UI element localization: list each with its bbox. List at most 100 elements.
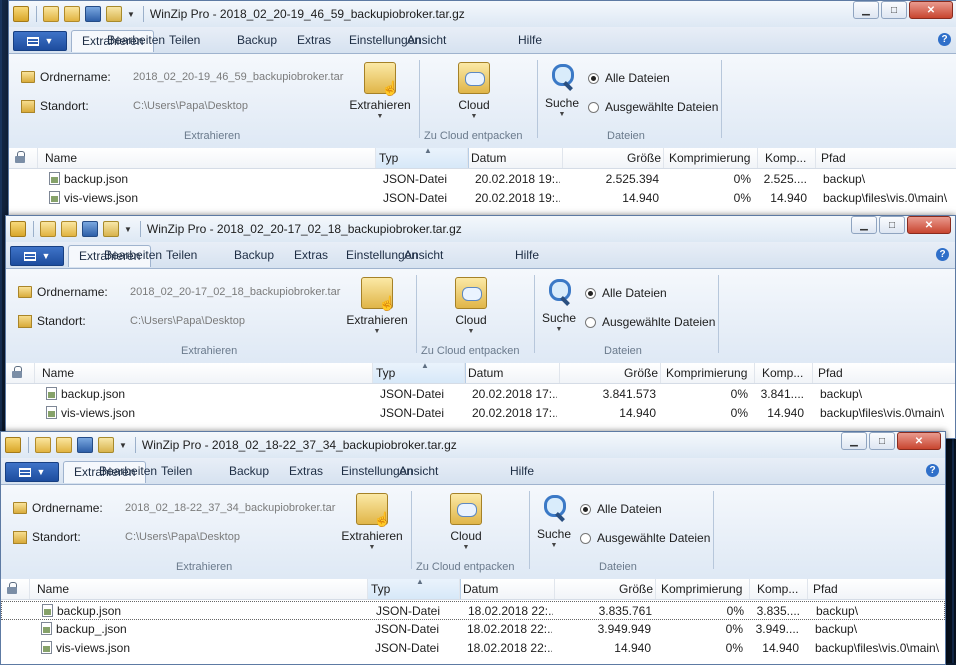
extract-button[interactable]: Extrahieren▼ <box>337 493 407 551</box>
table-row[interactable]: backup.json JSON-Datei 18.02.2018 22:... 3.… <box>1 601 945 620</box>
table-row[interactable]: backup_.json JSON-Datei 18.02.2018 22:... 3… <box>1 620 945 639</box>
save-icon[interactable] <box>77 437 93 453</box>
cloud-button[interactable]: Cloud ▼ <box>431 493 501 551</box>
column-header-name[interactable]: Name <box>42 366 74 380</box>
radio-all-files[interactable]: Alle Dateien <box>588 71 670 85</box>
open-folder-icon[interactable] <box>56 437 72 453</box>
column-header-type[interactable]: Typ <box>376 366 395 380</box>
search-button[interactable]: Suche ▼ <box>524 277 594 333</box>
close-button[interactable]: ✕ <box>897 432 941 450</box>
radio-all-files[interactable]: Alle Dateien <box>580 502 662 516</box>
column-header-name[interactable]: Name <box>45 151 77 165</box>
maximize-button[interactable]: □ <box>879 216 905 234</box>
tab-teilen[interactable]: Teilen <box>169 33 200 47</box>
title-bar[interactable]: ▼ WinZip Pro - 2018_02_20-17_02_18_backup… <box>6 216 955 242</box>
column-header-date[interactable]: Datum <box>471 151 506 165</box>
tab-extras[interactable]: Extras <box>297 33 331 47</box>
column-header-compression[interactable]: Komprimierung <box>666 366 747 380</box>
tab-bearbeiten[interactable]: Bearbeiten <box>107 33 165 47</box>
customize-toolbar-dropdown-icon[interactable]: ▼ <box>124 225 132 234</box>
tab-hilfe[interactable]: Hilfe <box>510 464 534 478</box>
winzip-app-icon[interactable] <box>13 6 29 22</box>
table-row[interactable]: backup.json JSON-Datei 20.02.2018 17:... 3.… <box>6 385 955 404</box>
column-header-path[interactable]: Pfad <box>813 582 838 596</box>
radio-selected-files[interactable]: Ausgewählte Dateien <box>588 100 718 114</box>
close-button[interactable]: ✕ <box>907 216 951 234</box>
location-value[interactable]: C:\Users\Papa\Desktop <box>125 531 240 543</box>
folder-name-value[interactable]: 2018_02_20-17_02_18_backupiobroker.tar <box>130 286 340 298</box>
tab-backup[interactable]: Backup <box>237 33 277 47</box>
column-header-size[interactable]: Größe <box>624 366 658 380</box>
tab-extras[interactable]: Extras <box>289 464 323 478</box>
extract-icon[interactable] <box>98 437 114 453</box>
extract-icon[interactable] <box>106 6 122 22</box>
tab-backup[interactable]: Backup <box>234 248 274 262</box>
customize-toolbar-dropdown-icon[interactable]: ▼ <box>127 10 135 19</box>
column-header-path[interactable]: Pfad <box>818 366 843 380</box>
column-header-type[interactable]: Typ <box>371 582 390 596</box>
table-row[interactable]: vis-views.json JSON-Datei 20.02.2018 19:..… <box>9 189 956 208</box>
tab-teilen[interactable]: Teilen <box>166 248 197 262</box>
column-header-name[interactable]: Name <box>37 582 69 596</box>
new-folder-icon[interactable] <box>43 6 59 22</box>
file-menu-button[interactable]: ▼ <box>10 246 64 266</box>
help-icon[interactable]: ? <box>926 464 939 477</box>
help-icon[interactable]: ? <box>938 33 951 46</box>
column-header-size[interactable]: Größe <box>627 151 661 165</box>
column-header-compression[interactable]: Komprimierung <box>661 582 742 596</box>
file-menu-button[interactable]: ▼ <box>13 31 67 51</box>
tab-hilfe[interactable]: Hilfe <box>518 33 542 47</box>
column-header-type[interactable]: Typ <box>379 151 398 165</box>
file-menu-button[interactable]: ▼ <box>5 462 59 482</box>
title-bar[interactable]: ▼ WinZip Pro - 2018_02_18-22_37_34_backup… <box>1 432 945 458</box>
tab-bearbeiten[interactable]: Bearbeiten <box>104 248 162 262</box>
column-header-compressed-size[interactable]: Komp... <box>765 151 806 165</box>
search-button[interactable]: Suche ▼ <box>519 493 589 549</box>
column-header-compressed-size[interactable]: Komp... <box>757 582 798 596</box>
save-icon[interactable] <box>85 6 101 22</box>
folder-name-value[interactable]: 2018_02_18-22_37_34_backupiobroker.tar <box>125 502 335 514</box>
open-folder-icon[interactable] <box>61 221 77 237</box>
table-row[interactable]: vis-views.json JSON-Datei 20.02.2018 17:..… <box>6 404 955 423</box>
search-button[interactable]: Suche ▼ <box>527 62 597 118</box>
tab-bearbeiten[interactable]: Bearbeiten <box>99 464 157 478</box>
column-header-date[interactable]: Datum <box>468 366 503 380</box>
extract-button[interactable]: Extrahieren▼ <box>345 62 415 120</box>
radio-selected-files[interactable]: Ausgewählte Dateien <box>580 531 710 545</box>
tab-teilen[interactable]: Teilen <box>161 464 192 478</box>
close-button[interactable]: ✕ <box>909 1 953 19</box>
winzip-app-icon[interactable] <box>10 221 26 237</box>
radio-all-files[interactable]: Alle Dateien <box>585 286 667 300</box>
table-row[interactable]: backup.json JSON-Datei 20.02.2018 19:... 2.… <box>9 170 956 189</box>
open-folder-icon[interactable] <box>64 6 80 22</box>
radio-selected-files[interactable]: Ausgewählte Dateien <box>585 315 715 329</box>
location-value[interactable]: C:\Users\Papa\Desktop <box>133 100 248 112</box>
tab-ansicht[interactable]: Ansicht <box>404 248 443 262</box>
extract-icon[interactable] <box>103 221 119 237</box>
new-folder-icon[interactable] <box>40 221 56 237</box>
column-header-compression[interactable]: Komprimierung <box>669 151 750 165</box>
tab-extras[interactable]: Extras <box>294 248 328 262</box>
table-row[interactable]: vis-views.json JSON-Datei 18.02.2018 22:..… <box>1 639 945 658</box>
new-folder-icon[interactable] <box>35 437 51 453</box>
help-icon[interactable]: ? <box>936 248 949 261</box>
tab-ansicht[interactable]: Ansicht <box>407 33 446 47</box>
maximize-button[interactable]: □ <box>869 432 895 450</box>
column-header-date[interactable]: Datum <box>463 582 498 596</box>
minimize-button[interactable]: ▁ <box>853 1 879 19</box>
cloud-button[interactable]: Cloud ▼ <box>439 62 509 120</box>
winzip-app-icon[interactable] <box>5 437 21 453</box>
tab-ansicht[interactable]: Ansicht <box>399 464 438 478</box>
column-header-size[interactable]: Größe <box>619 582 653 596</box>
tab-hilfe[interactable]: Hilfe <box>515 248 539 262</box>
minimize-button[interactable]: ▁ <box>841 432 867 450</box>
cloud-button[interactable]: Cloud ▼ <box>436 277 506 335</box>
column-header-compressed-size[interactable]: Komp... <box>762 366 803 380</box>
title-bar[interactable]: ▼ WinZip Pro - 2018_02_20-19_46_59_backup… <box>9 1 956 27</box>
maximize-button[interactable]: □ <box>881 1 907 19</box>
extract-button[interactable]: Extrahieren▼ <box>342 277 412 335</box>
customize-toolbar-dropdown-icon[interactable]: ▼ <box>119 441 127 450</box>
save-icon[interactable] <box>82 221 98 237</box>
tab-backup[interactable]: Backup <box>229 464 269 478</box>
minimize-button[interactable]: ▁ <box>851 216 877 234</box>
